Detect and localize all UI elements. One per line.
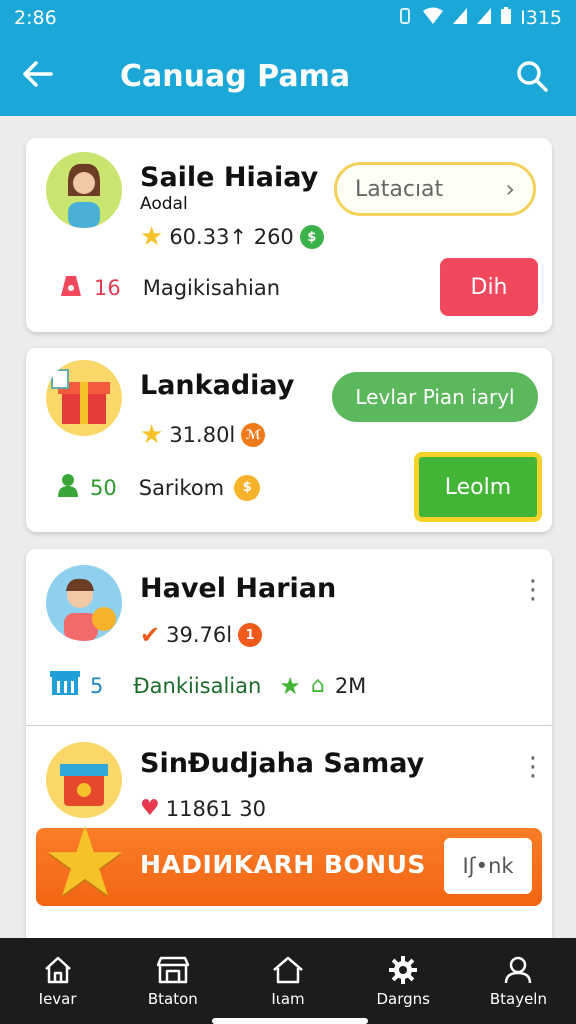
level-value: 5 — [90, 673, 104, 698]
app-bar: Canuag Pama — [0, 36, 576, 116]
item-name: Lankadiay — [140, 370, 295, 401]
points-value: 60.33↑ 260 — [169, 225, 294, 249]
user-icon — [56, 472, 80, 503]
coin-icon: $ — [299, 225, 324, 249]
user-group-icon — [58, 272, 84, 303]
nav-item-profile[interactable]: Btayeln — [461, 938, 576, 1024]
star-icon: ★ — [140, 420, 164, 450]
action-button[interactable]: Leolm — [414, 452, 542, 522]
level-value: 50 — [90, 475, 117, 500]
item-tag: Magikisahian — [142, 275, 281, 300]
points-value: 11861 30 — [165, 796, 266, 821]
item-name: SinÐudjaha Samay — [140, 748, 425, 779]
nav-item-main[interactable]: Ιιam — [230, 938, 345, 1024]
level-value: 16 — [94, 275, 121, 300]
coin-icon: 1 — [238, 623, 263, 647]
status-time: 2:86 — [14, 7, 57, 29]
heart-icon: ♥ — [140, 796, 160, 821]
back-arrow-icon[interactable] — [0, 56, 76, 96]
nav-item-home[interactable]: Ιevar — [0, 938, 115, 1024]
action-button[interactable]: Dih — [440, 258, 538, 316]
item-tag: Ðankiisalian — [133, 673, 262, 698]
item-name: Saile Hiaiay — [140, 162, 319, 193]
nav-label: Btaton — [147, 990, 198, 1008]
wifi-icon — [422, 7, 444, 30]
coin-icon: ℳ — [241, 423, 266, 447]
star-icon: ★ — [42, 806, 129, 918]
nav-item-store[interactable]: Btaton — [115, 938, 230, 1024]
points-value: 39.76l — [166, 623, 233, 647]
home-icon — [41, 954, 75, 986]
home-indicator[interactable] — [212, 1018, 368, 1024]
battery-text: I315 — [520, 7, 562, 29]
reward-value: 2M — [334, 673, 367, 698]
star-icon: ★ — [140, 222, 164, 252]
chevron-right-icon: › — [505, 175, 515, 203]
house-icon: ⌂ — [310, 673, 325, 698]
vibrate-icon — [396, 7, 414, 30]
pill-button[interactable]: Levlar Pian iaryl — [332, 372, 538, 422]
avatar — [46, 152, 122, 228]
list-item[interactable]: Lankadiay ★ 31.80l ℳ 50 Sarikom $ Levlar… — [26, 348, 552, 532]
store-icon — [156, 954, 190, 986]
signal-icon-2 — [476, 7, 492, 30]
more-options-icon[interactable]: ⋮ — [520, 577, 546, 603]
item-points: ♥ 11861 30 — [140, 796, 266, 821]
nav-label: Ιevar — [38, 990, 77, 1008]
item-tag: Sarikom — [138, 475, 225, 500]
search-icon[interactable] — [502, 46, 562, 106]
bonus-button[interactable]: Iʃ•nk — [444, 838, 532, 894]
item-points: ★ 31.80l ℳ — [140, 420, 266, 450]
bonus-banner[interactable]: ★ HADIИKARH BONUS Iʃ•nk — [36, 814, 542, 910]
list-item[interactable]: Havel Harian ✔ 39.76l 1 ⋮ 5 Ðankiisalian… — [26, 549, 552, 725]
item-points: ✔ 39.76l 1 — [140, 621, 263, 649]
house-icon — [271, 954, 305, 986]
item-meta: 5 Ðankiisalian ★ ⌂ 2M — [50, 669, 366, 702]
profile-icon — [501, 954, 535, 986]
battery-icon — [500, 6, 512, 30]
signal-icon — [452, 7, 468, 30]
nav-label: Btayeln — [489, 990, 547, 1008]
store-icon — [50, 669, 80, 702]
nav-label: Dargns — [376, 990, 430, 1008]
select-value: Latacıat — [355, 176, 444, 202]
status-icons: I315 — [396, 6, 562, 30]
bonus-label: HADIИKARH BONUS — [140, 850, 426, 879]
points-value: 31.80l — [169, 423, 236, 447]
type-select[interactable]: Latacıat › — [334, 162, 536, 216]
bottom-nav: Ιevar Btaton Ιιam Dargns Btayeln — [0, 938, 576, 1024]
item-meta: 50 Sarikom $ — [56, 472, 261, 503]
gift-box-icon — [46, 360, 122, 436]
item-subtitle: Aodal — [140, 194, 188, 214]
page-title: Canuag Pama — [120, 58, 351, 94]
item-name: Havel Harian — [140, 573, 337, 604]
item-meta: 16 Magikisahian — [58, 272, 280, 303]
nav-label: Ιιam — [271, 990, 305, 1008]
status-bar: 2:86 I315 — [0, 0, 576, 36]
item-points: ★ 60.33↑ 260 $ — [140, 222, 324, 252]
gear-icon — [386, 954, 420, 986]
star-icon: ★ — [279, 671, 301, 700]
avatar — [46, 565, 122, 641]
heart-icon: ✔ — [140, 621, 161, 649]
nav-item-settings[interactable]: Dargns — [346, 938, 461, 1024]
list-item[interactable]: Saile Hiaiay Aodal ★ 60.33↑ 260 $ 16 Mag… — [26, 138, 552, 332]
more-options-icon[interactable]: ⋮ — [520, 754, 546, 780]
coin-icon: $ — [234, 474, 261, 501]
